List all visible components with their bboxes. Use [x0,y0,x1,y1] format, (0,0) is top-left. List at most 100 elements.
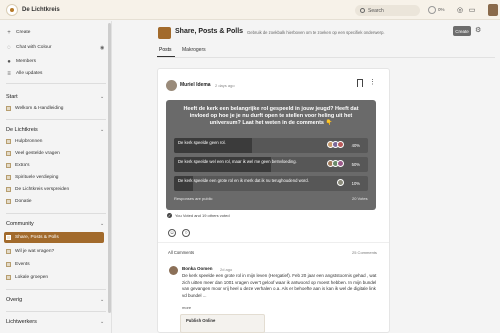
poll-option-percent: 50% [351,162,360,167]
square-icon [6,262,11,267]
poll-option[interactable]: De kerk speelde wel een rol, maar ik wel… [174,157,368,172]
avatar [337,179,344,186]
search-icon [360,8,365,13]
sidebar-item-events[interactable]: Events [6,260,30,269]
voter-avatars [327,141,344,148]
section-header-start[interactable]: Start [6,94,18,100]
sidebar-item-chat[interactable]: ◌ Chat with Colour [6,43,51,52]
comment-count: 25 Comments [352,250,377,255]
square-icon [6,235,11,240]
sidebar-item-hulpbronnen[interactable]: Hulpbronnen [6,137,42,146]
list-icon: ≡ [7,70,11,77]
divider [6,311,106,312]
poll-option-label: De kerk speelde een grote rol en ik merk… [178,178,309,183]
avatar [337,160,344,167]
sidebar-item-label: Welkom & Handleiding [15,106,64,111]
sidebar-item-members[interactable]: ● Members [6,57,36,66]
post-time: 2 days ago [215,83,235,88]
group-icon [158,27,171,39]
tab-makrogers[interactable]: Makrogers [182,47,206,53]
bookmark-icon[interactable] [357,79,363,87]
avatar[interactable] [166,80,177,91]
comment-icon[interactable]: ○ [182,229,190,237]
divider [157,57,495,58]
square-icon [6,151,11,156]
sidebar-item-label: Share, Posts & Polls [15,235,59,240]
voted-status: ✓ You Voted and 19 others voted [167,213,230,218]
sidebar-item-label: De Lichtkreis verspreiden [15,187,70,192]
comment-author[interactable]: Bonka Oomen [182,266,213,271]
sidebar-item-lokale-groepen[interactable]: Lokale groepen [6,273,48,282]
poll-option-label: De kerk speelde geen rol. [178,140,226,145]
avatar[interactable] [488,4,498,16]
embed-title: Publish Online [186,318,216,323]
section-header-lichtwerkers[interactable]: Lichtwerkers [6,319,37,325]
voter-avatars [327,160,344,167]
square-icon [6,139,11,144]
sidebar-item-label: Spirituele verdieping [15,175,59,180]
poll-votes: 20 Votes [352,196,368,201]
sidebar-item-welkom[interactable]: Welkom & Handleiding [6,104,63,113]
poll-option[interactable]: De kerk speelde een grote rol en ik merk… [174,176,368,191]
create-label: Create [16,30,31,35]
progress-circle-icon[interactable] [428,6,436,14]
divider [6,213,106,214]
avatar [337,141,344,148]
chevron-down-icon[interactable]: ⌄ [100,221,104,227]
section-header-lichtkreis[interactable]: De Lichtkreis [6,127,38,133]
sidebar-item-spiritueel[interactable]: Spirituele verdieping [6,173,58,182]
sidebar-item-label: Hulpbronnen [15,139,43,144]
sidebar-item-label: Chat with Colour [16,45,52,50]
sidebar-item-extras[interactable]: Extra's [6,161,30,170]
chevron-down-icon[interactable]: ⌄ [100,94,104,100]
sidebar-item-label: Extra's [15,163,30,168]
sidebar-item-donatie[interactable]: Donatie [6,197,32,206]
sidebar-item-verspreiden[interactable]: De Lichtkreis verspreiden [6,185,69,194]
voter-avatars [337,179,344,186]
sidebar-item-updates[interactable]: ≡ Alle updates [6,69,42,78]
post-author[interactable]: Muriel Idema [180,82,211,88]
poll-option[interactable]: De kerk speelde geen rol. 40% [174,138,368,153]
eye-icon[interactable]: ◉ [100,45,104,51]
square-icon [6,187,11,192]
square-icon [6,275,11,280]
create-post-button[interactable]: Create [453,26,471,36]
poll-option-percent: 10% [351,181,360,186]
divider [6,83,106,84]
sidebar-scrollbar[interactable] [108,23,111,313]
search-input[interactable]: Search [355,5,420,16]
more-options-icon[interactable]: ⋮ [369,78,376,86]
chevron-down-icon[interactable]: ⌄ [100,127,104,133]
sidebar: + Create ◌ Chat with Colour ◉ ● Members … [0,21,112,333]
sidebar-item-share-posts-polls[interactable]: Share, Posts & Polls [6,233,59,242]
section-header-overig[interactable]: Overig [6,297,22,303]
chat-icon: ◌ [7,44,11,51]
sidebar-item-label: Members [16,59,36,64]
sidebar-item-vragen[interactable]: Wil je wat vragen? [6,247,54,256]
bell-icon[interactable]: ◎ [455,5,465,15]
divider [158,242,389,243]
search-placeholder: Search [368,7,384,14]
poll-option-label: De kerk speelde wel een rol, maar ik wel… [178,159,297,164]
brand[interactable]: De Lichtkreis [6,4,60,16]
link-embed[interactable] [180,314,265,333]
tab-posts[interactable]: Posts [159,47,172,53]
all-comments-dropdown[interactable]: All Comments [168,250,194,255]
progress-label: 0% [438,7,445,12]
chevron-down-icon[interactable]: ⌄ [100,297,104,303]
avatar[interactable] [169,266,178,275]
sidebar-item-label: Events [15,262,30,267]
create-button[interactable]: + Create [6,28,30,37]
gear-icon[interactable]: ⚙ [475,26,481,34]
chat-icon[interactable]: ▭ [467,5,477,15]
poll-footer: Responses are public [174,196,213,201]
reaction-icon[interactable]: ☺ [168,229,176,237]
more-link[interactable]: more [182,305,191,310]
sidebar-item-label: Wil je wat vragen? [15,249,55,254]
chevron-down-icon[interactable]: ⌄ [100,319,104,325]
divider [6,289,106,290]
square-icon [6,163,11,168]
section-header-community[interactable]: Community [6,221,34,227]
plus-icon: + [7,29,11,36]
sidebar-item-faq[interactable]: Veel gestelde vragen [6,149,60,158]
